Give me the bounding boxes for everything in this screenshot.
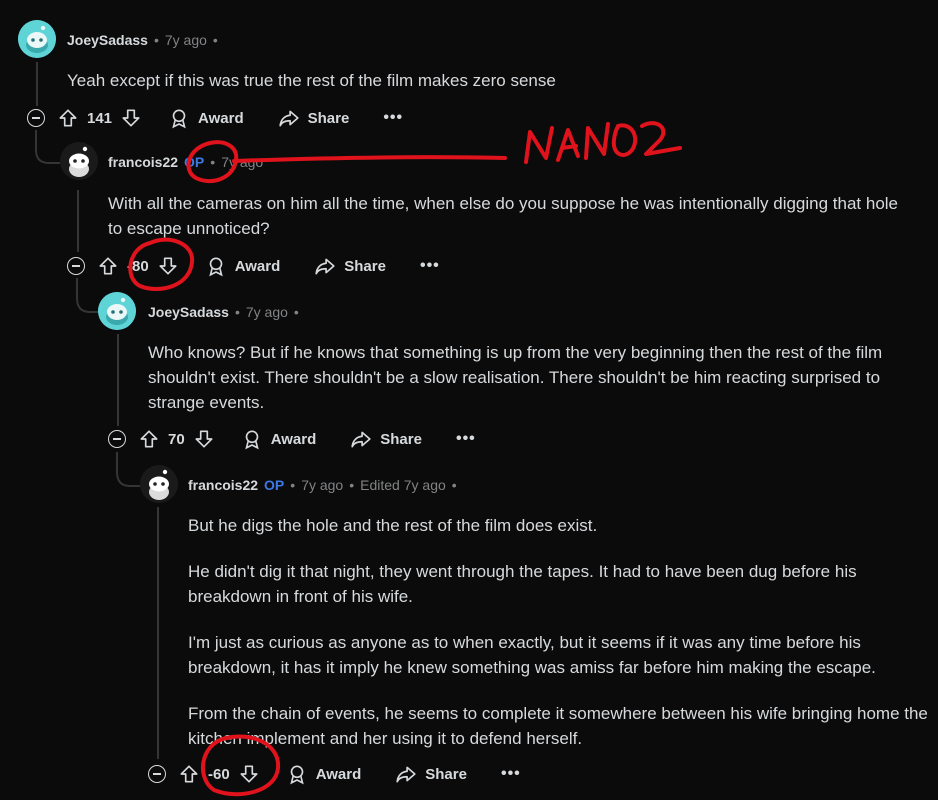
snoo-avatar-icon (140, 465, 178, 503)
award-label: Award (198, 109, 244, 127)
collapse-button[interactable] (67, 257, 85, 275)
avatar[interactable] (18, 20, 56, 58)
separator: • (153, 32, 159, 48)
comment-actions: -80 Award Share ••• (67, 252, 440, 280)
collapse-button[interactable] (148, 765, 166, 783)
vote-group: 141 (57, 107, 142, 129)
comment-body: With all the cameras on him all the time… (108, 191, 908, 241)
share-button[interactable]: Share (278, 107, 350, 129)
award-icon (172, 109, 186, 129)
more-options-button[interactable]: ••• (456, 430, 476, 448)
award-icon (244, 430, 259, 450)
downvote-icon[interactable] (238, 763, 260, 785)
separator: • (293, 304, 299, 320)
separator: • (451, 477, 457, 493)
comment-paragraph: Who knows? But if he knows that somethin… (148, 343, 883, 412)
separator: • (290, 477, 296, 493)
award-icon (289, 765, 304, 785)
comment-actions: 141 Award Share ••• (27, 104, 403, 132)
comment-actions: 70 Award Share ••• (108, 425, 476, 453)
share-label: Share (307, 109, 350, 127)
downvote-icon[interactable] (157, 255, 179, 277)
separator: • (212, 32, 218, 48)
share-button[interactable]: Share (350, 428, 422, 450)
avatar[interactable] (98, 292, 136, 330)
username[interactable]: JoeySadass (67, 32, 148, 48)
avatar[interactable] (140, 465, 178, 503)
collapse-button[interactable] (108, 430, 126, 448)
comment-meta: francois22 OP • 7y ago (108, 154, 263, 170)
timestamp[interactable]: 7y ago (221, 154, 263, 170)
award-button[interactable]: Award (286, 763, 362, 785)
upvote-icon[interactable] (57, 107, 79, 129)
comment-paragraph: With all the cameras on him all the time… (108, 194, 899, 238)
share-icon (351, 431, 371, 448)
more-options-button[interactable]: ••• (383, 109, 403, 127)
award-label: Award (315, 765, 362, 783)
award-button[interactable]: Award (241, 428, 317, 450)
comment-paragraph: But he digs the hole and the rest of the… (188, 516, 598, 535)
share-icon (315, 258, 335, 275)
snoo-avatar-icon (60, 142, 98, 180)
downvote-icon[interactable] (120, 107, 142, 129)
more-options-button[interactable]: ••• (501, 765, 521, 783)
share-label: Share (425, 765, 467, 783)
award-button[interactable]: Award (205, 255, 281, 277)
comment-body: But he digs the hole and the rest of the… (188, 513, 928, 751)
vote-score: 70 (168, 430, 185, 448)
downvote-icon[interactable] (193, 428, 215, 450)
timestamp[interactable]: 7y ago (165, 32, 207, 48)
separator: • (349, 477, 355, 493)
edited-label: Edited 7y ago (360, 477, 446, 493)
vote-score: -80 (127, 257, 149, 275)
share-icon (396, 766, 416, 783)
comment-paragraph: He didn't dig it that night, they went t… (188, 562, 857, 606)
award-button[interactable]: Award (168, 107, 244, 129)
avatar[interactable] (60, 142, 98, 180)
separator: • (234, 304, 240, 320)
vote-group: -60 (178, 763, 260, 785)
share-label: Share (344, 257, 386, 275)
comment-actions: -60 Award Share ••• (148, 760, 521, 788)
award-label: Award (234, 257, 281, 275)
op-badge: OP (264, 477, 285, 493)
timestamp[interactable]: 7y ago (246, 304, 288, 320)
upvote-icon[interactable] (97, 255, 119, 277)
share-button[interactable]: Share (314, 255, 386, 277)
upvote-icon[interactable] (138, 428, 160, 450)
comment-body: Who knows? But if he knows that somethin… (148, 340, 928, 415)
timestamp[interactable]: 7y ago (301, 477, 343, 493)
comment-meta: francois22 OP • 7y ago • Edited 7y ago • (188, 477, 457, 493)
snoo-avatar-icon (98, 292, 136, 330)
share-icon (278, 110, 299, 127)
separator: • (210, 154, 216, 170)
vote-group: -80 (97, 255, 179, 277)
award-icon (208, 257, 223, 277)
snoo-avatar-icon (18, 20, 56, 58)
comment-paragraph: I'm just as curious as anyone as to when… (188, 633, 876, 677)
more-options-button[interactable]: ••• (420, 257, 440, 275)
vote-score: 141 (87, 109, 113, 127)
share-button[interactable]: Share (395, 763, 467, 785)
comment-meta: JoeySadass • 7y ago • (67, 32, 218, 48)
upvote-icon[interactable] (178, 763, 200, 785)
username[interactable]: francois22 (108, 154, 178, 170)
award-label: Award (270, 430, 317, 448)
username[interactable]: francois22 (188, 477, 258, 493)
op-badge: OP (184, 154, 205, 170)
comment-paragraph: From the chain of events, he seems to co… (188, 704, 928, 748)
comment-paragraph: Yeah except if this was true the rest of… (67, 71, 556, 90)
comment-meta: JoeySadass • 7y ago • (148, 304, 299, 320)
username[interactable]: JoeySadass (148, 304, 229, 320)
vote-group: 70 (138, 428, 215, 450)
collapse-button[interactable] (27, 109, 45, 127)
share-label: Share (380, 430, 422, 448)
comment-body: Yeah except if this was true the rest of… (67, 68, 917, 93)
vote-score: -60 (208, 765, 230, 783)
